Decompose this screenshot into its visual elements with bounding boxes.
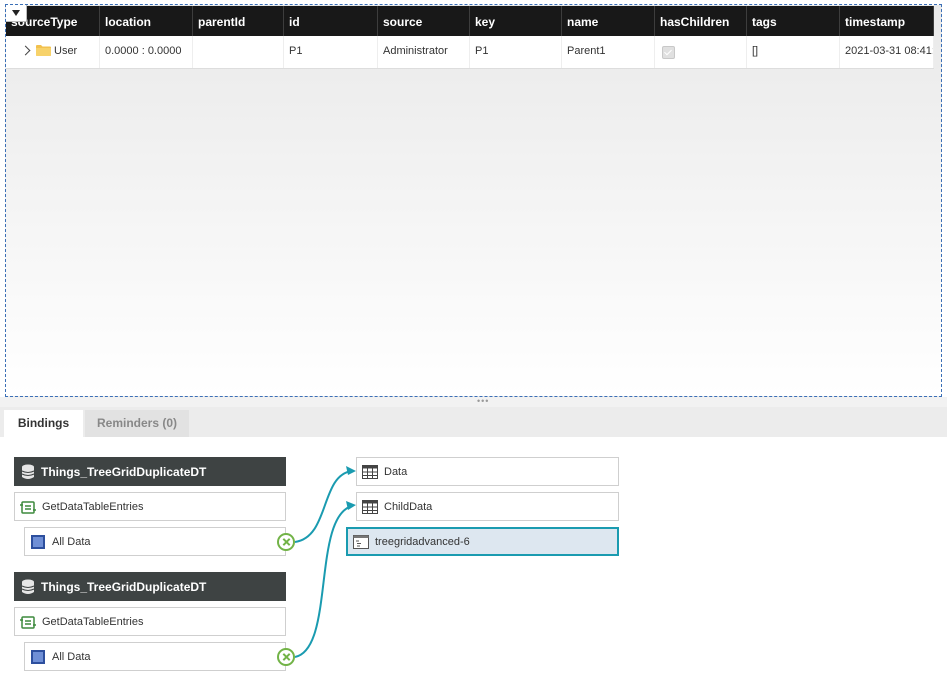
panel-splitter[interactable]: •••	[0, 397, 947, 407]
cell-location: 0.0000 : 0.0000	[100, 36, 193, 68]
splitter-grip-icon[interactable]: •••	[477, 397, 491, 406]
service-box[interactable]: GetDataTableEntries	[14, 607, 286, 636]
column-header-id[interactable]: id	[284, 6, 378, 36]
target-property-data[interactable]: Data	[356, 457, 619, 486]
source-thing-name: Things_TreeGridDuplicateDT	[41, 464, 207, 479]
column-header-parentid[interactable]: parentId	[193, 6, 284, 36]
service-icon	[20, 499, 36, 515]
cell-sourcetype: User	[6, 36, 100, 68]
cell-key: P1	[470, 36, 562, 68]
column-header-haschildren[interactable]: hasChildren	[655, 6, 747, 36]
binding-wire-data	[294, 470, 353, 543]
remove-binding-icon[interactable]	[277, 533, 295, 551]
bottom-tab-bar: Bindings Reminders (0)	[0, 407, 947, 437]
cell-name: Parent1	[562, 36, 655, 68]
cell-tags: []	[747, 36, 840, 68]
datashape-icon	[30, 534, 46, 550]
target-widget-name: treegridadvanced-6	[375, 535, 470, 548]
output-name: All Data	[52, 535, 91, 548]
bindings-canvas: Things_TreeGridDuplicateDT GetDataTableE…	[0, 437, 947, 688]
source-thing-header[interactable]: Things_TreeGridDuplicateDT	[14, 457, 286, 486]
table-row[interactable]: User 0.0000 : 0.0000 P1 Administrator P1…	[6, 36, 934, 69]
service-name: GetDataTableEntries	[42, 500, 144, 513]
column-menu-dropdown[interactable]	[6, 5, 27, 22]
tab-reminders[interactable]: Reminders (0)	[85, 410, 189, 437]
haschildren-checkbox	[662, 46, 675, 59]
folder-icon	[36, 45, 51, 56]
datashape-icon	[30, 649, 46, 665]
remove-binding-icon[interactable]	[277, 648, 295, 666]
column-header-tags[interactable]: tags	[747, 6, 840, 36]
table-icon	[362, 499, 378, 514]
target-property-label: Data	[384, 465, 408, 478]
column-header-key[interactable]: key	[470, 6, 562, 36]
target-widget-box[interactable]: treegridadvanced-6	[346, 527, 619, 556]
wire-arrow-data-icon	[346, 466, 356, 475]
target-property-childdata[interactable]: ChildData	[356, 492, 619, 521]
service-icon	[20, 614, 36, 630]
expand-chevron-icon[interactable]	[20, 45, 31, 56]
column-header-timestamp[interactable]: timestamp	[840, 6, 934, 36]
target-property-label: ChildData	[384, 500, 433, 513]
service-box[interactable]: GetDataTableEntries	[14, 492, 286, 521]
widget-icon	[353, 534, 369, 549]
column-header-location[interactable]: location	[100, 6, 193, 36]
database-icon	[21, 464, 35, 479]
cell-parentid	[193, 36, 284, 68]
column-header-name[interactable]: name	[562, 6, 655, 36]
output-name: All Data	[52, 650, 91, 663]
column-header-source[interactable]: source	[378, 6, 470, 36]
tab-bindings[interactable]: Bindings	[4, 410, 83, 437]
cell-timestamp: 2021-03-31 08:41:	[840, 36, 934, 68]
database-icon	[21, 579, 35, 594]
tree-grid-panel[interactable]: sourceType location parentId id source k…	[5, 4, 942, 397]
table-icon	[362, 464, 378, 479]
cell-source: Administrator	[378, 36, 470, 68]
cell-haschildren	[655, 36, 747, 68]
service-output-box[interactable]: All Data	[24, 642, 286, 671]
cell-sourcetype-value: User	[54, 45, 78, 57]
source-thing-name: Things_TreeGridDuplicateDT	[41, 579, 207, 594]
source-thing-header[interactable]: Things_TreeGridDuplicateDT	[14, 572, 286, 601]
grid-header-row: sourceType location parentId id source k…	[6, 6, 934, 36]
binding-wire-childdata	[294, 505, 353, 658]
service-output-box[interactable]: All Data	[24, 527, 286, 556]
cell-id: P1	[284, 36, 378, 68]
service-name: GetDataTableEntries	[42, 615, 144, 628]
